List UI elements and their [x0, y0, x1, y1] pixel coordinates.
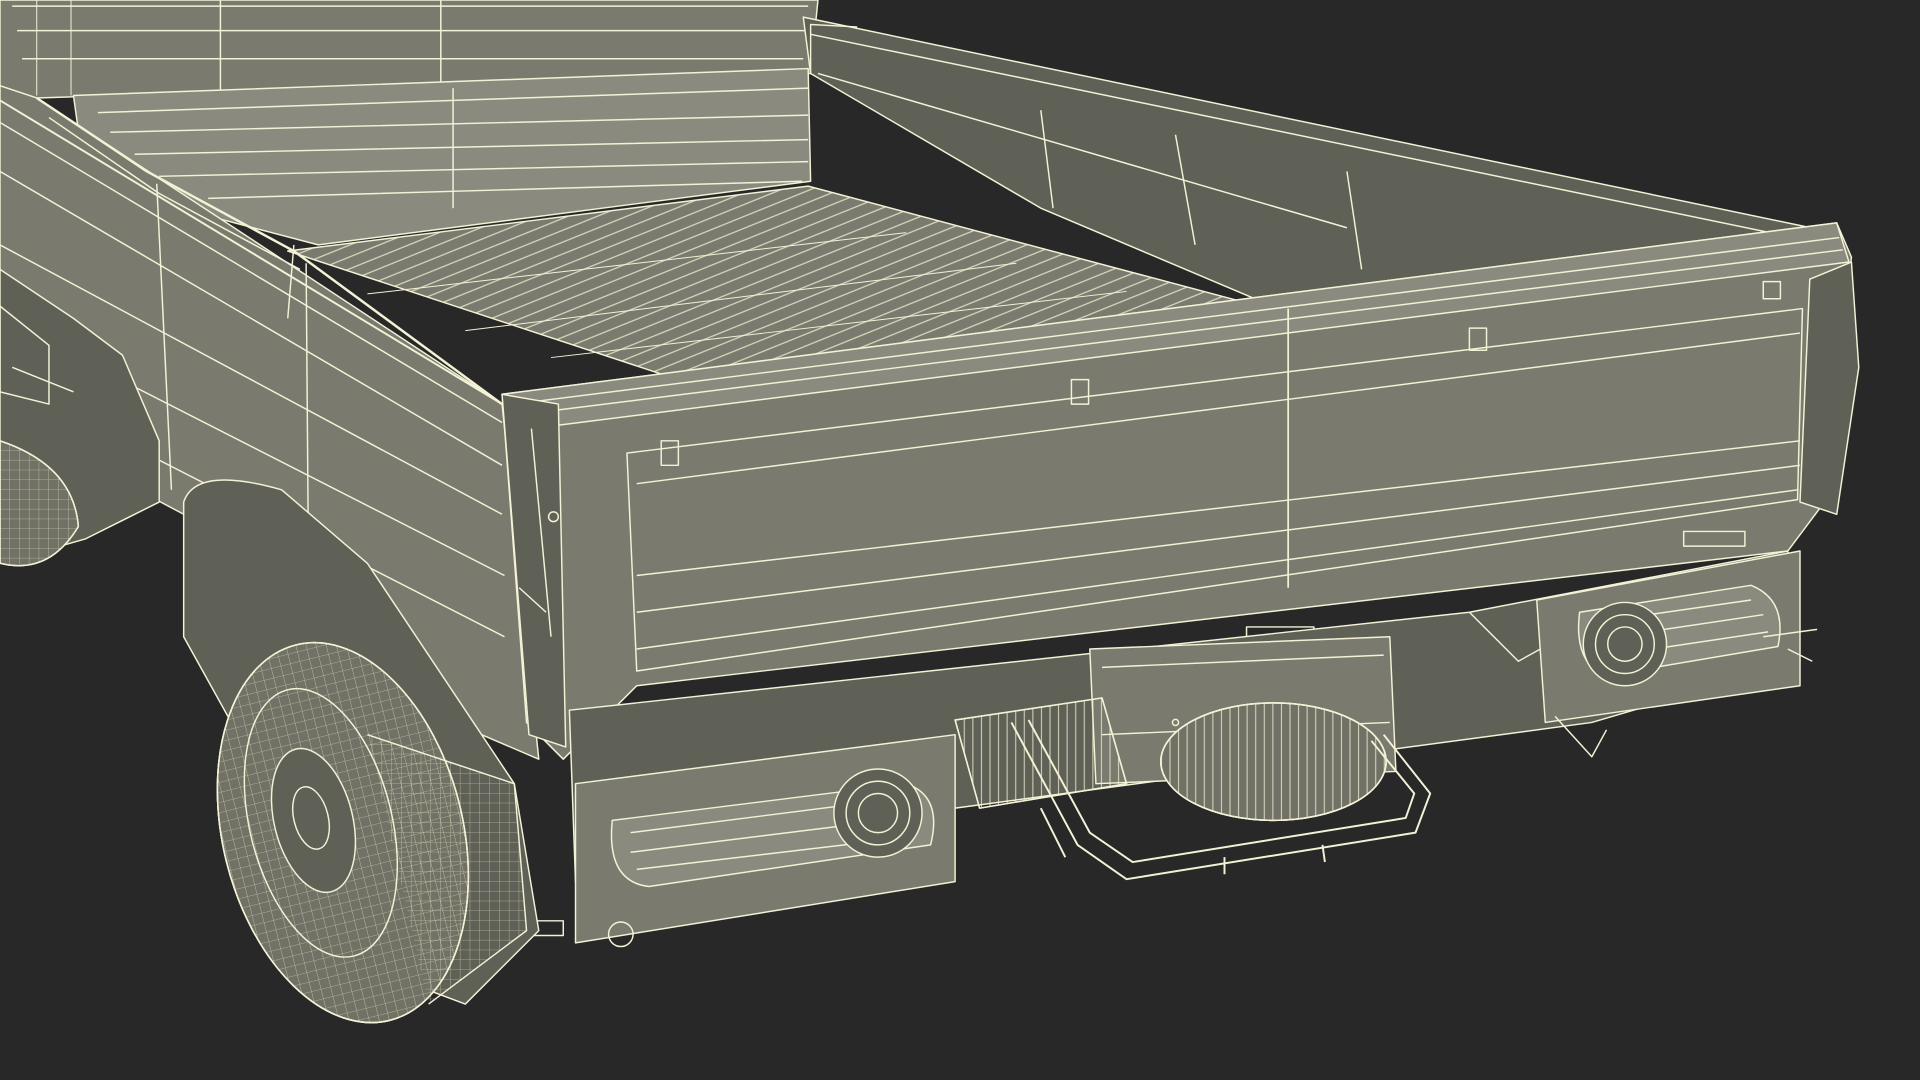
truck-wireframe-render: [0, 0, 1920, 1080]
right-rear-wheel: [1160, 702, 1387, 822]
render-viewport: [0, 0, 1920, 1080]
